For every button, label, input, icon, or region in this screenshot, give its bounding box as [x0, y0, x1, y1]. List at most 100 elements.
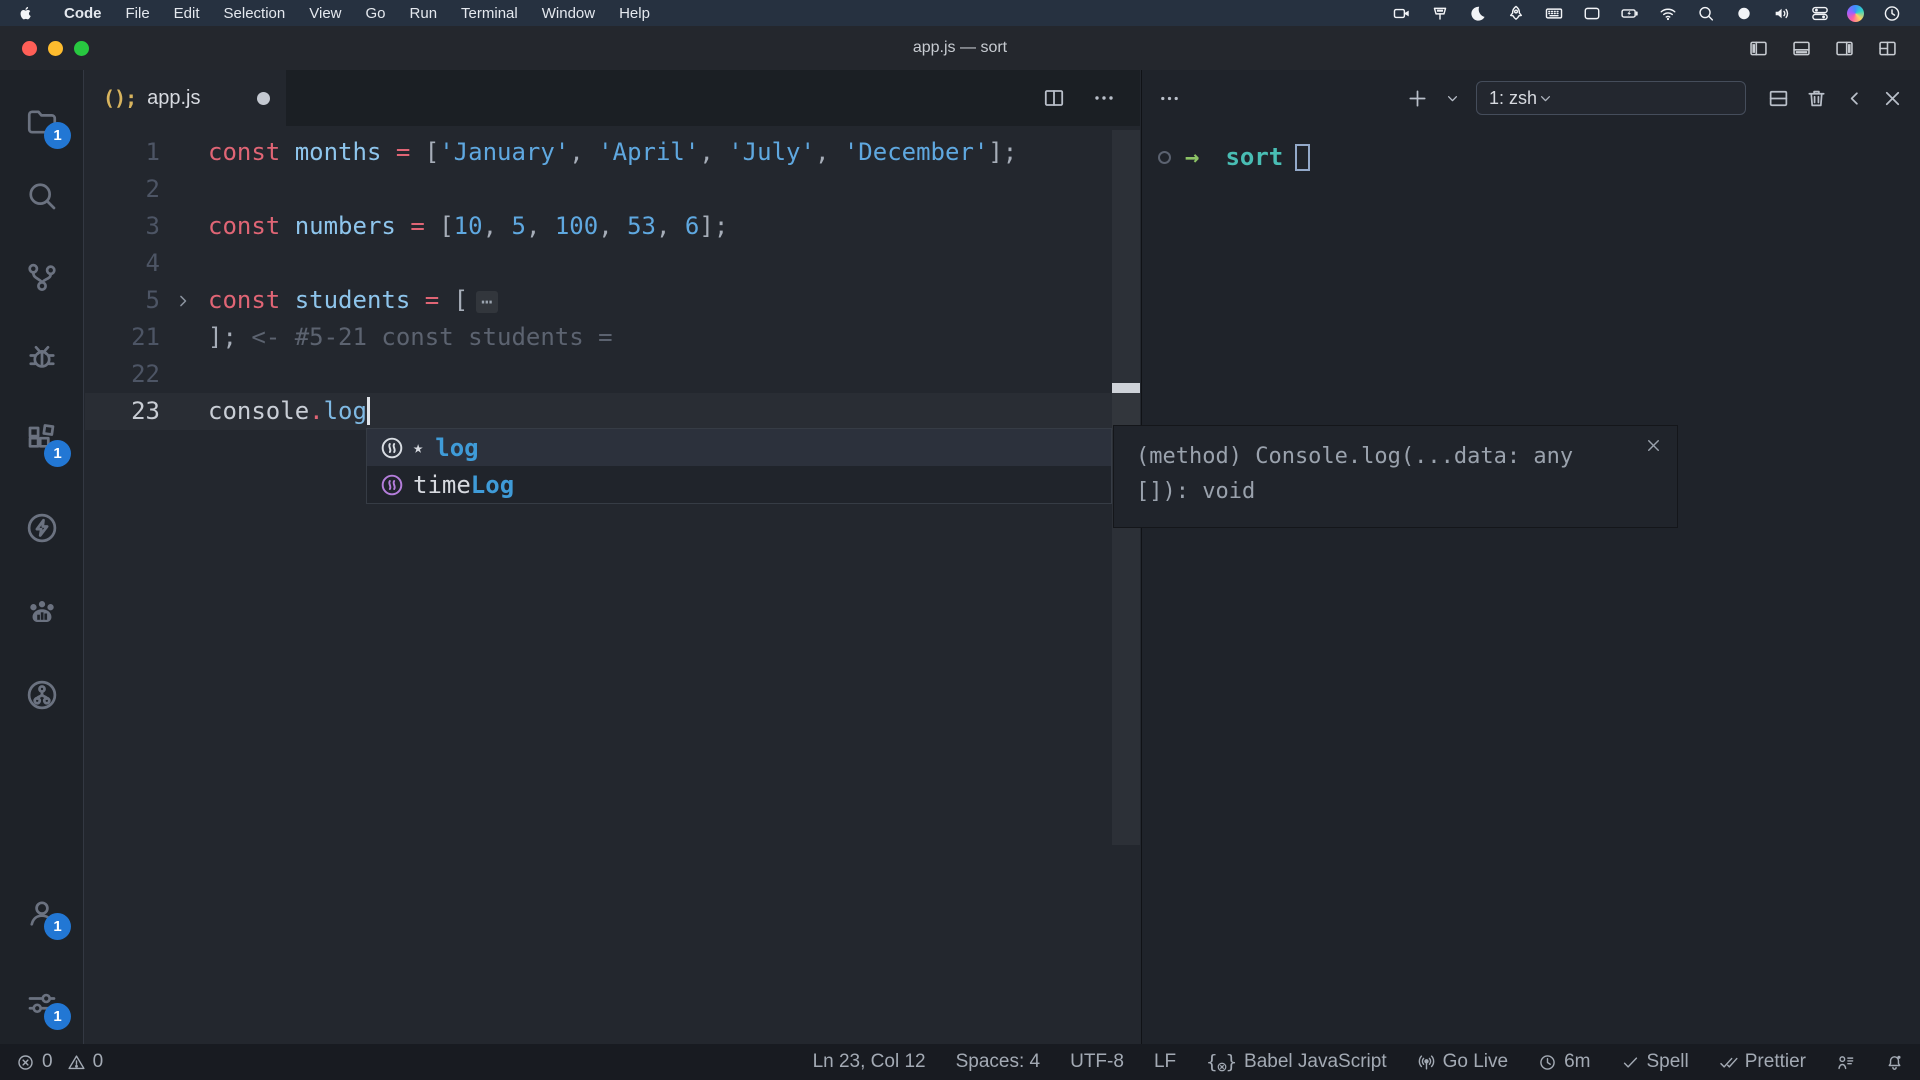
activity-bar: 1 1 1 1	[0, 70, 84, 1044]
menu-code[interactable]: Code	[52, 5, 114, 22]
kill-terminal-icon[interactable]	[1805, 87, 1828, 110]
code-line-23[interactable]: 23console.log	[85, 393, 1140, 430]
siri-icon[interactable]	[1847, 5, 1864, 22]
text-cursor	[367, 397, 370, 425]
more-actions-icon[interactable]	[1092, 86, 1116, 110]
volume-icon[interactable]	[1771, 3, 1792, 23]
menu-go[interactable]: Go	[354, 5, 398, 22]
status-item-notifications[interactable]	[1885, 1053, 1904, 1072]
layout-panel-icon[interactable]	[1791, 38, 1812, 59]
status-item-prettier[interactable]: Prettier	[1719, 1051, 1806, 1073]
wifi-icon[interactable]	[1657, 3, 1678, 23]
line-number: 1	[85, 134, 160, 171]
status-item-label: Spaces: 4	[956, 1051, 1041, 1073]
close-panel-icon[interactable]	[1881, 87, 1904, 110]
zoom-window-button[interactable]	[74, 41, 89, 56]
status-item-label: 6m	[1564, 1051, 1590, 1073]
badge: 1	[44, 1003, 71, 1030]
layout-sidebar-right-icon[interactable]	[1834, 38, 1855, 59]
status-item-spell-checker[interactable]: Spell	[1621, 1051, 1689, 1073]
status-item-warning-icon[interactable]: 0	[67, 1051, 104, 1073]
code-line-21[interactable]: 21]; <- #5-21 const students =	[85, 319, 1140, 356]
code-line-5[interactable]: 5const students = [⋯	[85, 282, 1140, 319]
activity-bar-item-code-time[interactable]	[0, 588, 84, 636]
rocket-icon[interactable]	[1505, 3, 1526, 23]
suggest-item-log[interactable]: ★log	[367, 429, 1111, 466]
menu-window[interactable]: Window	[530, 5, 607, 22]
menu-file[interactable]: File	[114, 5, 162, 22]
menu-help[interactable]: Help	[607, 5, 662, 22]
code-line-4[interactable]: 4	[85, 245, 1140, 282]
fold-chevron-icon[interactable]	[173, 282, 197, 319]
tab-app-js[interactable]: (); app.js	[85, 70, 286, 126]
control-center-icon[interactable]	[1809, 3, 1830, 23]
apple-icon[interactable]	[18, 4, 38, 22]
menu-view[interactable]: View	[297, 5, 353, 22]
camera-icon[interactable]	[1391, 3, 1412, 23]
chevron-left-icon[interactable]	[1843, 87, 1866, 110]
prompt-status-circle-icon	[1158, 151, 1171, 164]
status-item-code-time[interactable]: 6m	[1538, 1051, 1590, 1073]
branch-circle-icon	[24, 677, 60, 713]
code-line-3[interactable]: 3const numbers = [10, 5, 100, 53, 6];	[85, 208, 1140, 245]
status-item-screen-reader[interactable]	[1836, 1053, 1855, 1072]
scrollbar-cursor-mark	[1112, 383, 1140, 393]
traffic-lights	[22, 41, 89, 56]
code-text: console.log	[208, 393, 370, 430]
split-terminal-icon[interactable]	[1767, 87, 1790, 110]
status-item-cursor-position[interactable]: Ln 23, Col 12	[813, 1051, 926, 1073]
suggest-item-timelog[interactable]: timeLog	[367, 466, 1111, 503]
record-icon[interactable]	[1733, 3, 1754, 23]
close-window-button[interactable]	[22, 41, 37, 56]
status-item-eol[interactable]: LF	[1154, 1051, 1176, 1073]
activity-bar-item-search[interactable]	[0, 172, 84, 220]
modified-dot-icon[interactable]	[257, 92, 270, 105]
menu-edit[interactable]: Edit	[162, 5, 212, 22]
activity-bar-item-thunder-client[interactable]	[0, 504, 84, 552]
code-line-2[interactable]: 2	[85, 171, 1140, 208]
terminal-actions: 1: zsh	[1406, 81, 1904, 115]
activity-bar-item-source-control[interactable]	[0, 253, 84, 301]
braces-error-icon: {}	[1206, 1051, 1237, 1073]
code-text: const numbers = [10, 5, 100, 53, 6];	[208, 208, 728, 245]
more-actions-icon[interactable]	[1158, 87, 1181, 110]
customize-layout-icon[interactable]	[1877, 38, 1898, 59]
status-item-encoding[interactable]: UTF-8	[1070, 1051, 1124, 1073]
activity-bar-item-manage[interactable]: 1	[0, 979, 84, 1027]
status-item-indentation[interactable]: Spaces: 4	[956, 1051, 1041, 1073]
terminal-profile-dropdown-icon[interactable]	[1444, 90, 1461, 107]
tooltip-line-2: []): void	[1136, 474, 1627, 509]
code-editor[interactable]: 1const months = ['January', 'April', 'Ju…	[85, 126, 1140, 1044]
status-item-language-mode[interactable]: {}Babel JavaScript	[1206, 1051, 1386, 1073]
close-icon[interactable]	[1644, 436, 1663, 455]
terminal-shell-select[interactable]: 1: zsh	[1476, 81, 1746, 115]
activity-bar-item-git-graph[interactable]	[0, 671, 84, 719]
activity-bar-item-explorer[interactable]: 1	[0, 98, 84, 146]
terminal-header: 1: zsh	[1142, 70, 1920, 126]
search-icon[interactable]	[1695, 3, 1716, 23]
menu-selection[interactable]: Selection	[212, 5, 298, 22]
menu-run[interactable]: Run	[398, 5, 450, 22]
terminal-output[interactable]: → sort	[1142, 126, 1920, 174]
window-icon[interactable]	[1581, 3, 1602, 23]
layout-sidebar-left-icon[interactable]	[1748, 38, 1769, 59]
menu-terminal[interactable]: Terminal	[449, 5, 530, 22]
code-line-1[interactable]: 1const months = ['January', 'April', 'Ju…	[85, 134, 1140, 171]
chevron-down-icon	[1537, 90, 1554, 107]
status-item-error-circle-icon[interactable]: 0	[16, 1051, 53, 1073]
activity-bar-item-run-and-debug[interactable]	[0, 333, 84, 381]
keyboard-icon[interactable]	[1543, 3, 1564, 23]
activity-bar-item-extensions[interactable]: 1	[0, 416, 84, 464]
new-terminal-icon[interactable]	[1406, 87, 1429, 110]
suggest-label-match: log	[435, 434, 478, 462]
screen-mirroring-icon[interactable]	[1429, 3, 1450, 23]
clock-icon[interactable]	[1881, 3, 1902, 23]
activity-bar-item-accounts[interactable]: 1	[0, 889, 84, 937]
crescent-icon[interactable]	[1467, 3, 1488, 23]
minimize-window-button[interactable]	[48, 41, 63, 56]
battery-icon[interactable]	[1619, 3, 1640, 23]
code-line-22[interactable]: 22	[85, 356, 1140, 393]
intellisense-suggest-widget: ★logtimeLog	[366, 428, 1112, 504]
split-editor-icon[interactable]	[1042, 86, 1066, 110]
status-item-go-live[interactable]: Go Live	[1417, 1051, 1508, 1073]
